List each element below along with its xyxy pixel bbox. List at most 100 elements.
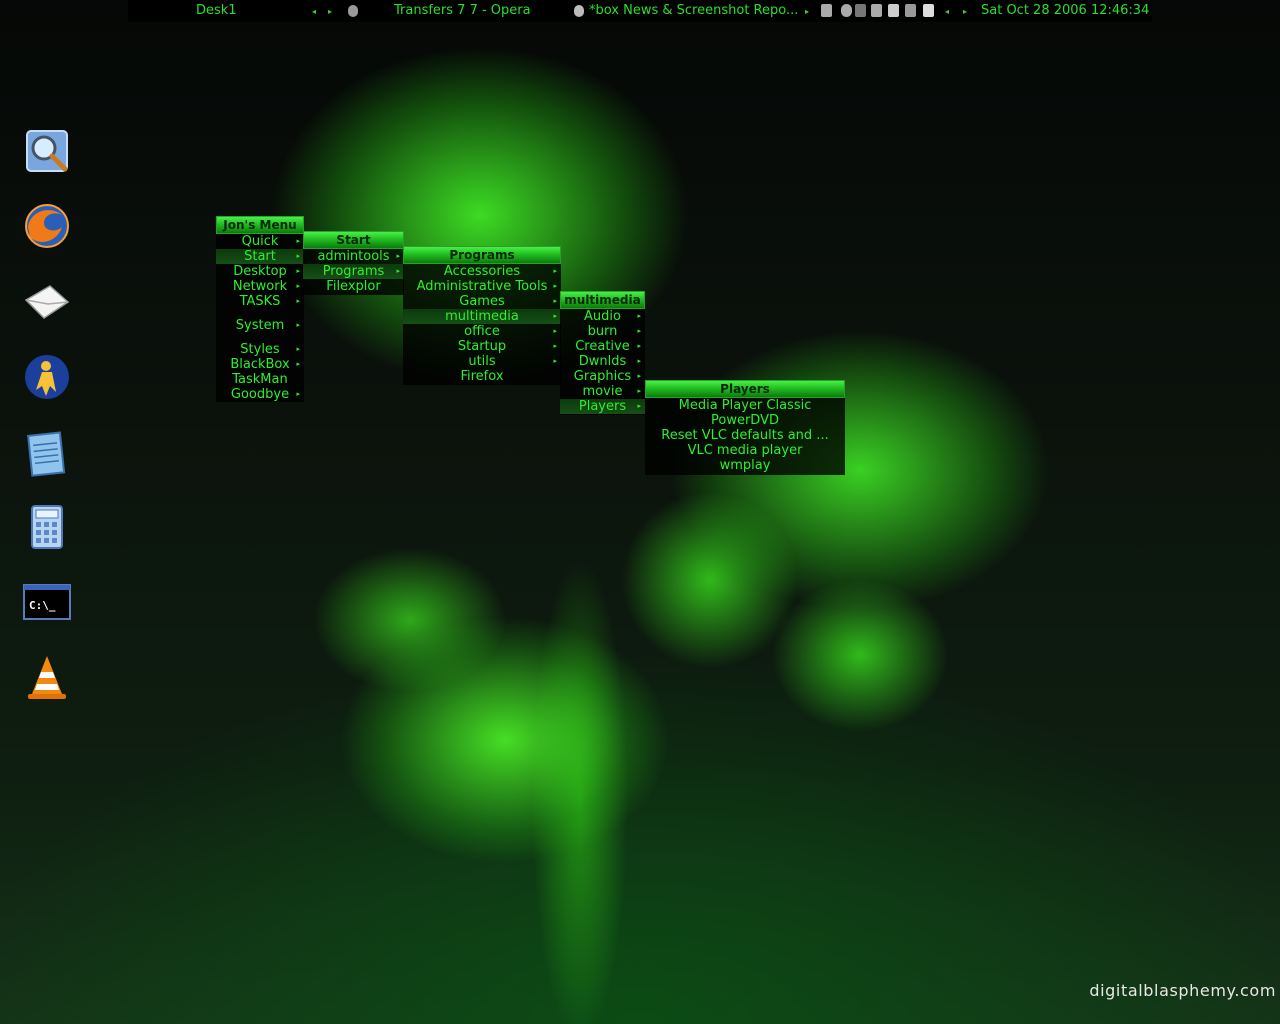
messenger-icon[interactable] [22, 352, 72, 402]
window-icon [348, 5, 358, 17]
tray-monitor-icon[interactable] [855, 4, 866, 17]
players-menu-item-wmplay[interactable]: wmplay [645, 458, 845, 473]
start-menu-item-admintools[interactable]: admintools ▸ [303, 249, 404, 264]
menu-item-label: Firefox [460, 369, 504, 384]
workspace-next-button[interactable]: ▸ [328, 7, 332, 16]
notepad-icon[interactable] [22, 428, 72, 478]
multimedia-menu-item-graphics[interactable]: Graphics ▸ [560, 369, 645, 384]
programs-menu-item-accessories[interactable]: Accessories ▸ [403, 264, 561, 279]
root-menu-item-system[interactable]: System ▸ [216, 318, 304, 333]
root-menu-item-goodbye[interactable]: Goodbye ▸ [216, 387, 304, 402]
menu-item-label: Filexplor [326, 279, 381, 294]
programs-menu-item-firefox[interactable]: Firefox [403, 369, 561, 384]
submenu-arrow-icon: ▸ [296, 297, 300, 305]
tray-printer-icon[interactable] [821, 4, 832, 17]
menu-item-label: movie [582, 384, 623, 399]
players-menu-item-vlc-media-player[interactable]: VLC media player [645, 443, 845, 458]
multimedia-menu-item-burn[interactable]: burn ▸ [560, 324, 645, 339]
submenu-arrow-icon: ▸ [637, 387, 641, 395]
programs-menu-item-startup[interactable]: Startup ▸ [403, 339, 561, 354]
programs-menu-item-utils[interactable]: utils ▸ [403, 354, 561, 369]
tray-next-button[interactable]: ▸ [963, 7, 967, 16]
menu-item-label: Network [232, 279, 288, 294]
root-menu-item-styles[interactable]: Styles ▸ [216, 342, 304, 357]
players-menu-item-media-player-classic[interactable]: Media Player Classic [645, 398, 845, 413]
root-menu-title: Jon's Menu [216, 216, 304, 234]
menu-item-label: System [235, 318, 285, 333]
window-next-button[interactable]: ▸ [805, 7, 809, 16]
programs-menu-item-multimedia[interactable]: multimedia ▸ [403, 309, 561, 324]
multimedia-menu-item-movie[interactable]: movie ▸ [560, 384, 645, 399]
multimedia-menu-item-dwnlds[interactable]: Dwnlds ▸ [560, 354, 645, 369]
root-menu-item-network[interactable]: Network ▸ [216, 279, 304, 294]
active-window-title[interactable]: Transfers 7 7 - Opera [394, 3, 531, 18]
menu-item-label: PowerDVD [711, 413, 779, 428]
menu-item-label: Desktop [233, 264, 287, 279]
players-menu-item-powerdvd[interactable]: PowerDVD [645, 413, 845, 428]
start-menu-item-programs[interactable]: Programs ▸ [303, 264, 404, 279]
tray-network-icon[interactable] [841, 4, 852, 17]
submenu-arrow-icon: ▸ [637, 402, 641, 410]
programs-menu-item-games[interactable]: Games ▸ [403, 294, 561, 309]
menu-item-label: Styles [240, 342, 280, 357]
firefox-icon[interactable] [22, 201, 72, 251]
tray-check-icon[interactable] [888, 4, 899, 17]
calculator-icon[interactable] [22, 502, 72, 552]
submenu-arrow-icon: ▸ [637, 327, 641, 335]
command-prompt-icon[interactable]: C:\_ [22, 577, 72, 627]
menu-separator [216, 309, 304, 318]
submenu-arrow-icon: ▸ [296, 390, 300, 398]
submenu-arrow-icon: ▸ [553, 282, 557, 290]
root-menu-item-quick[interactable]: Quick ▸ [216, 234, 304, 249]
submenu-arrow-icon: ▸ [637, 312, 641, 320]
submenu-arrow-icon: ▸ [637, 357, 641, 365]
menu-item-label: burn [587, 324, 618, 339]
menu-item-label: VLC media player [687, 443, 803, 458]
search-icon[interactable] [22, 126, 72, 176]
window-2-title[interactable]: *box News & Screenshot Repo... [589, 3, 798, 18]
workspace-name[interactable]: Desk1 [196, 3, 237, 18]
multimedia-menu-item-audio[interactable]: Audio ▸ [560, 309, 645, 324]
tray-volume-icon[interactable] [923, 4, 934, 17]
multimedia-menu-item-creative[interactable]: Creative ▸ [560, 339, 645, 354]
tray-app-icon[interactable] [871, 4, 882, 17]
multimedia-menu-item-players[interactable]: Players ▸ [560, 399, 645, 414]
programs-menu-item-office[interactable]: office ▸ [403, 324, 561, 339]
submenu-arrow-icon: ▸ [296, 237, 300, 245]
root-menu-item-tasks[interactable]: TASKS ▸ [216, 294, 304, 309]
root-menu-item-taskman[interactable]: TaskMan [216, 372, 304, 387]
menu-item-label: multimedia [445, 309, 519, 324]
submenu-arrow-icon: ▸ [637, 342, 641, 350]
menu-item-label: Start [244, 249, 276, 264]
start-menu-item-filexplor[interactable]: Filexplor [303, 279, 404, 294]
submenu-arrow-icon: ▸ [553, 327, 557, 335]
mail-icon[interactable] [22, 278, 72, 328]
workspace-prev-button[interactable]: ◂ [312, 7, 316, 16]
submenu-arrow-icon: ▸ [296, 267, 300, 275]
root-menu-item-start[interactable]: Start ▸ [216, 249, 304, 264]
menu-item-label: Dwnlds [578, 354, 627, 369]
players-menu-item-reset-vlc[interactable]: Reset VLC defaults and ... [645, 428, 845, 443]
submenu-arrow-icon: ▸ [553, 312, 557, 320]
menu-item-label: BlackBox [230, 357, 290, 372]
submenu-arrow-icon: ▸ [296, 282, 300, 290]
root-menu-item-blackbox[interactable]: BlackBox ▸ [216, 357, 304, 372]
submenu-arrow-icon: ▸ [553, 267, 557, 275]
menu-item-label: Programs [322, 264, 385, 279]
menu-item-label: office [464, 324, 500, 339]
root-menu-item-desktop[interactable]: Desktop ▸ [216, 264, 304, 279]
programs-menu-title: Programs [403, 246, 561, 264]
menu-item-label: TaskMan [232, 372, 288, 387]
menu-item-label: Creative [575, 339, 630, 354]
submenu-arrow-icon: ▸ [396, 252, 400, 260]
toolbar: Desk1 ◂ ▸ Transfers 7 7 - Opera *box New… [128, 0, 1152, 22]
multimedia-menu: multimedia Audio ▸ burn ▸ Creative ▸ Dwnlds… [560, 291, 645, 415]
tray-prev-button[interactable]: ◂ [945, 7, 949, 16]
menu-item-label: Goodbye [230, 387, 290, 402]
start-menu-title: Start [303, 231, 404, 249]
menu-item-label: Quick [241, 234, 279, 249]
tray-device-icon[interactable] [905, 4, 916, 17]
menu-item-label: Audio [584, 309, 621, 324]
programs-menu-item-administrative-tools[interactable]: Administrative Tools ▸ [403, 279, 561, 294]
vlc-icon[interactable] [22, 652, 72, 702]
